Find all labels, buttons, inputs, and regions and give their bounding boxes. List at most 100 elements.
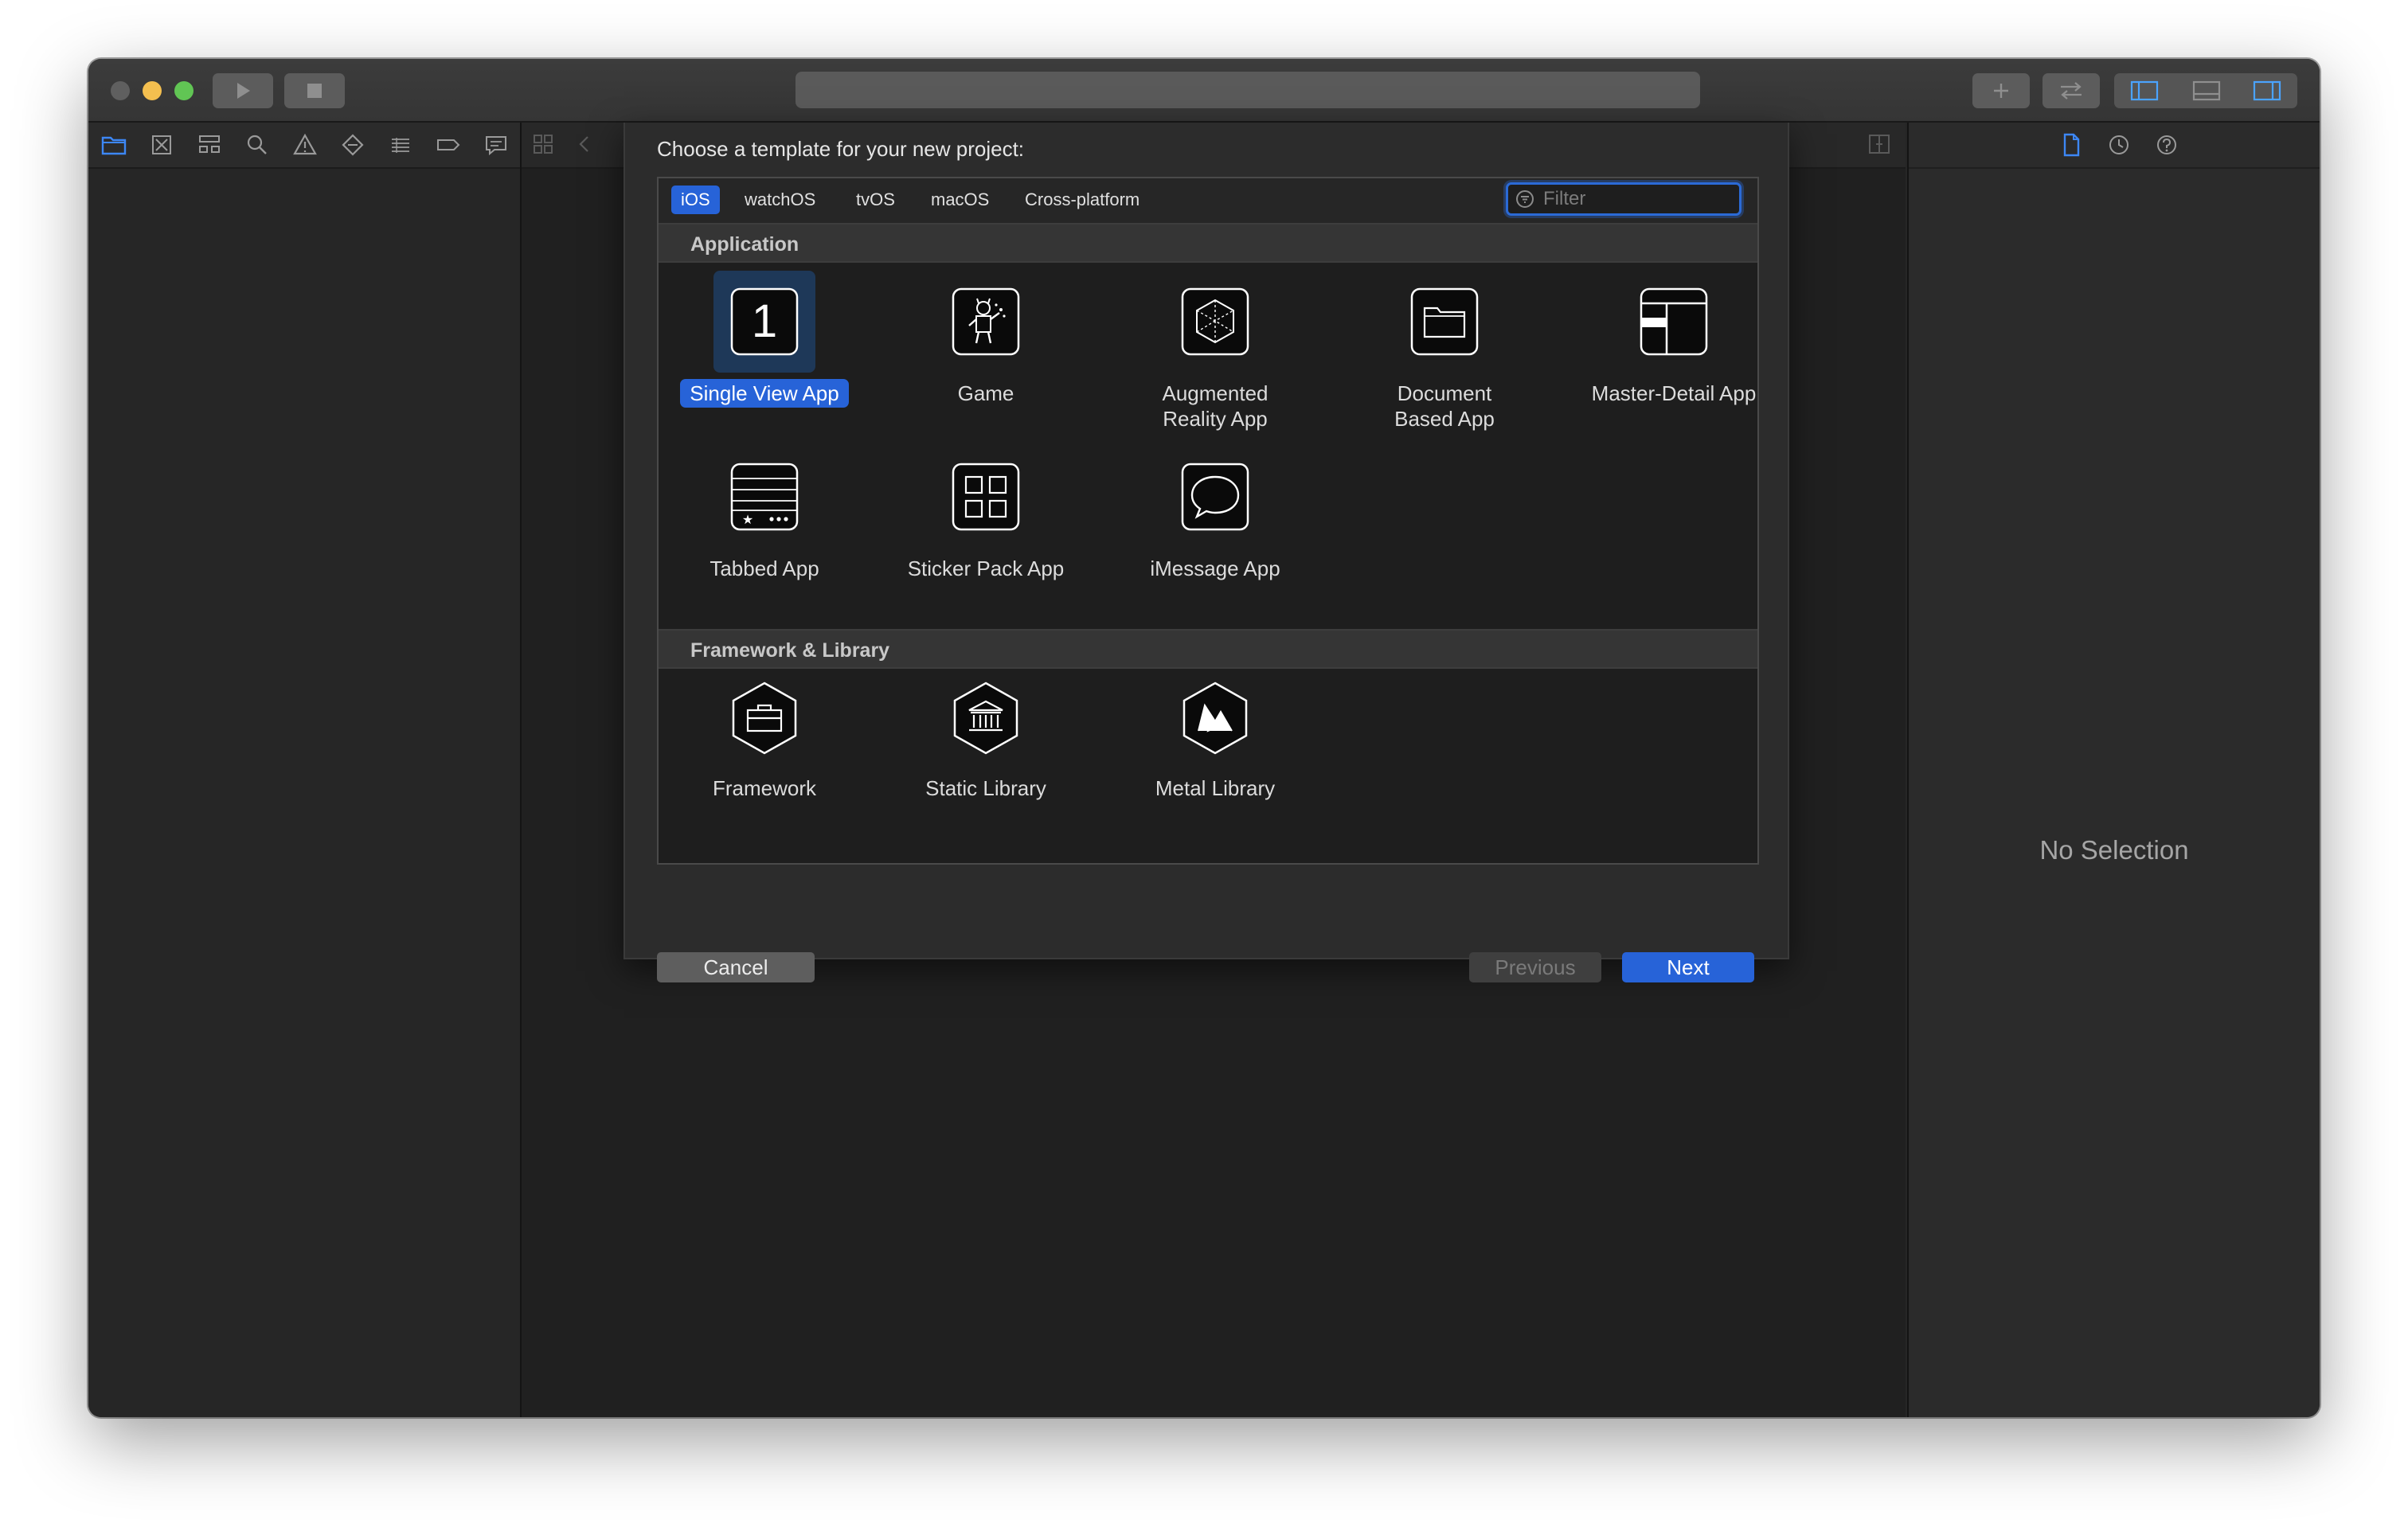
- tab-watchos[interactable]: watchOS: [735, 186, 825, 214]
- template-label: Sticker Pack App: [907, 557, 1065, 580]
- template-label: Master-Detail App: [1591, 381, 1757, 405]
- tab-ios[interactable]: iOS: [671, 186, 720, 214]
- template-chooser: iOS watchOS tvOS macOS Cross-platform Ap…: [657, 177, 1759, 865]
- template-game[interactable]: Game: [878, 271, 1093, 408]
- related-items-grid-icon[interactable]: [531, 132, 555, 156]
- template-label: Framework: [712, 776, 816, 800]
- speech-bubble-icon: [486, 136, 506, 156]
- left-panel-icon: [2130, 80, 2159, 101]
- template-label: iMessage App: [1150, 557, 1280, 580]
- warning-icon: [293, 133, 317, 155]
- template-document-based-app[interactable]: Document Based App: [1337, 271, 1552, 433]
- svg-text:★: ★: [742, 512, 753, 527]
- close-window-button[interactable]: [111, 81, 130, 100]
- cancel-button[interactable]: Cancel: [657, 952, 815, 982]
- project-navigator-tab[interactable]: [100, 131, 128, 159]
- report-navigator-tab[interactable]: [482, 131, 510, 159]
- single-view-app-icon: 1: [730, 287, 799, 356]
- tab-tvos[interactable]: tvOS: [846, 186, 905, 214]
- activity-viewer: [796, 72, 1700, 108]
- stop-button[interactable]: [284, 73, 345, 108]
- source-control-navigator-tab[interactable]: [147, 131, 176, 159]
- game-icon: [952, 287, 1020, 356]
- template-tabbed-app[interactable]: ★ Tabbed App: [657, 446, 872, 583]
- augmented-reality-icon: [1181, 287, 1249, 356]
- panel-toggle-group: [2114, 73, 2297, 108]
- template-master-detail-app[interactable]: Master-Detail App: [1566, 271, 1781, 408]
- master-detail-icon: [1640, 287, 1708, 356]
- xcode-window: No Selection Choose a template for your …: [88, 59, 2320, 1417]
- zoom-window-button[interactable]: [174, 81, 194, 100]
- section-header-framework-library: Framework & Library: [659, 629, 1757, 669]
- chevron-left-icon[interactable]: [573, 132, 596, 156]
- plus-icon: [1994, 84, 2008, 98]
- template-label: Augmented Reality App: [1162, 381, 1268, 431]
- template-icon-frame: [1623, 271, 1725, 373]
- static-library-icon: [953, 682, 1018, 755]
- template-label: Game: [957, 381, 1014, 405]
- diamond-icon: [342, 134, 364, 156]
- list-lines-icon: [392, 138, 409, 153]
- navigator-panel: [88, 123, 522, 1417]
- breakpoint-navigator-tab[interactable]: [434, 131, 463, 159]
- history-clock-icon[interactable]: [2106, 132, 2132, 158]
- template-icon-frame: [713, 678, 815, 758]
- template-augmented-reality-app[interactable]: Augmented Reality App: [1108, 271, 1323, 433]
- toggle-debug-area-button[interactable]: [2176, 73, 2237, 108]
- toolbar: [88, 59, 2320, 123]
- filter-field: [1506, 182, 1742, 216]
- template-icon-frame: [1164, 271, 1266, 373]
- template-framework[interactable]: Framework: [657, 678, 872, 803]
- tab-macos[interactable]: macOS: [921, 186, 999, 214]
- symbol-navigator-tab[interactable]: [195, 131, 224, 159]
- swap-arrows-icon: [2061, 82, 2082, 100]
- search-icon: [247, 135, 267, 154]
- help-question-icon[interactable]: [2154, 132, 2179, 158]
- add-editor-icon[interactable]: [1867, 132, 1891, 156]
- template-label: Document Based App: [1394, 381, 1495, 431]
- template-single-view-app[interactable]: 1 Single View App: [657, 271, 872, 408]
- navigator-selector-bar: [88, 123, 520, 169]
- document-based-icon: [1410, 287, 1479, 356]
- platform-tab-bar: iOS watchOS tvOS macOS Cross-platform: [659, 178, 1757, 225]
- template-icon-frame: [1394, 271, 1495, 373]
- test-navigator-tab[interactable]: [338, 131, 367, 159]
- play-icon: [237, 83, 250, 99]
- template-imessage-app[interactable]: iMessage App: [1108, 446, 1323, 583]
- template-icon-frame: [935, 678, 1037, 758]
- file-inspector-icon[interactable]: [2058, 132, 2084, 158]
- hierarchy-icon: [199, 135, 220, 153]
- previous-button[interactable]: Previous: [1469, 952, 1601, 982]
- metal-library-icon: [1182, 682, 1248, 755]
- template-icon-frame: [935, 446, 1037, 548]
- template-metal-library[interactable]: Metal Library: [1108, 678, 1323, 803]
- toggle-navigator-button[interactable]: [2114, 73, 2175, 108]
- inspector-selector-bar: [1909, 123, 2320, 169]
- filter-input[interactable]: [1542, 187, 1736, 211]
- issue-navigator-tab[interactable]: [291, 131, 319, 159]
- new-project-sheet: Choose a template for your new project: …: [624, 123, 1789, 982]
- inspector-panel: No Selection: [1907, 123, 2320, 1417]
- next-button[interactable]: Next: [1622, 952, 1754, 982]
- debug-navigator-tab[interactable]: [386, 131, 415, 159]
- template-label: Metal Library: [1155, 776, 1276, 800]
- library-button[interactable]: [1972, 73, 2030, 108]
- run-button[interactable]: [213, 73, 273, 108]
- review-changes-button[interactable]: [2042, 73, 2100, 108]
- minimize-window-button[interactable]: [143, 81, 162, 100]
- template-icon-frame: ★: [713, 446, 815, 548]
- template-label: Tabbed App: [710, 557, 819, 580]
- tab-cross-platform[interactable]: Cross-platform: [1015, 186, 1149, 214]
- template-static-library[interactable]: Static Library: [878, 678, 1093, 803]
- folder-icon: [101, 136, 127, 155]
- section-header-application: Application: [659, 223, 1757, 263]
- bottom-panel-icon: [2192, 80, 2221, 101]
- filter-icon: [1516, 190, 1534, 208]
- toggle-inspector-button[interactable]: [2237, 73, 2297, 108]
- find-navigator-tab[interactable]: [243, 131, 272, 159]
- x-square-icon: [152, 135, 171, 154]
- sheet-title: Choose a template for your new project:: [657, 137, 1025, 161]
- no-selection-label: No Selection: [2039, 835, 2189, 865]
- tabbed-app-icon: ★: [730, 463, 799, 531]
- template-sticker-pack-app[interactable]: Sticker Pack App: [878, 446, 1093, 583]
